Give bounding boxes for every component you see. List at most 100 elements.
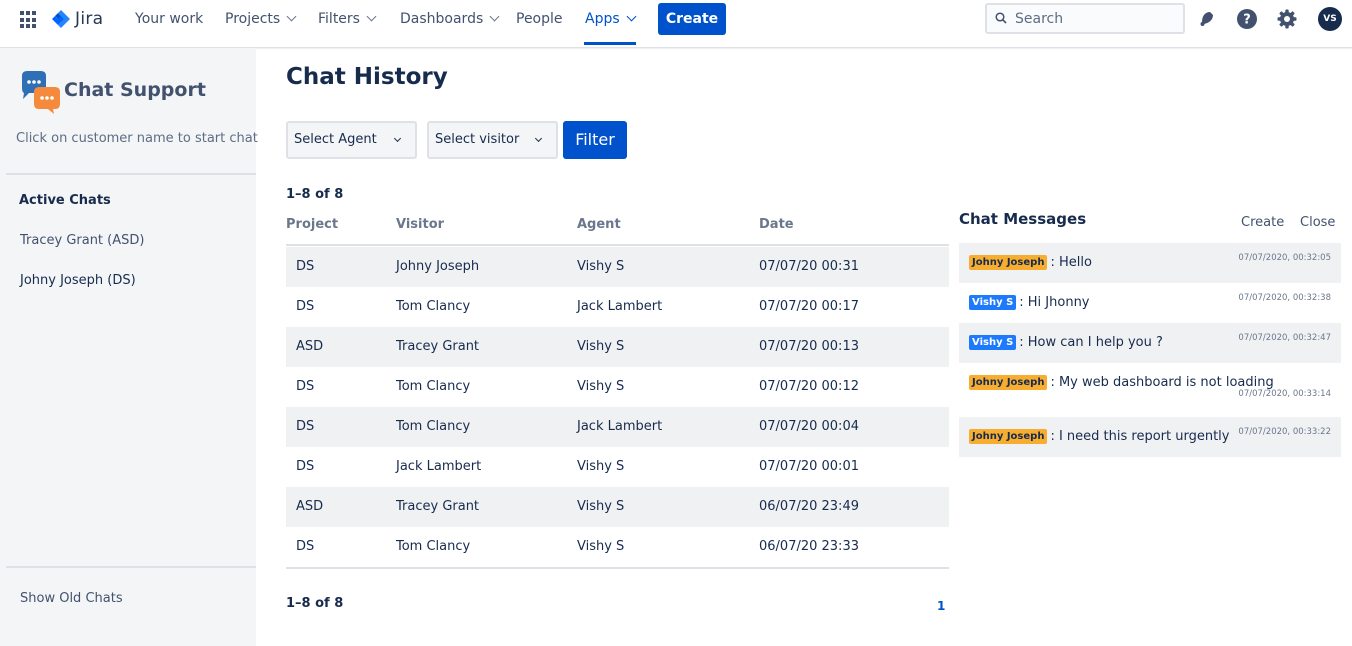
message-text: : Hi Jhonny bbox=[1019, 295, 1090, 310]
create-button[interactable]: Create bbox=[658, 3, 726, 35]
cell-agent: Vishy S bbox=[577, 339, 625, 354]
column-header-visitor[interactable]: Visitor bbox=[396, 217, 444, 232]
cell-date: 07/07/20 00:04 bbox=[759, 419, 859, 434]
chat-create-button[interactable]: Create bbox=[1241, 215, 1284, 230]
chevron-down-icon bbox=[393, 134, 402, 143]
show-old-chats-link[interactable]: Show Old Chats bbox=[20, 591, 123, 606]
select-agent-dropdown[interactable]: Select Agent bbox=[286, 121, 417, 159]
message-text: : My web dashboard is not loading bbox=[1050, 375, 1274, 390]
table-row[interactable]: ASD Tracey Grant Vishy S 07/07/20 00:13 bbox=[286, 327, 949, 367]
table-row[interactable]: DS Tom Clancy Vishy S 07/07/20 00:12 bbox=[286, 367, 949, 407]
message-line: Johny Joseph: Hello bbox=[969, 255, 1092, 271]
chevron-down-icon bbox=[366, 11, 377, 22]
chat-close-button[interactable]: Close bbox=[1300, 215, 1335, 230]
settings-icon[interactable] bbox=[1276, 8, 1298, 30]
cell-visitor: Tom Clancy bbox=[396, 419, 471, 434]
cell-agent: Vishy S bbox=[577, 259, 625, 274]
active-chat-tracey-grant[interactable]: Tracey Grant (ASD) bbox=[20, 233, 144, 248]
table-row[interactable]: DS Tom Clancy Jack Lambert 07/07/20 00:04 bbox=[286, 407, 949, 447]
table-row[interactable]: DS Jack Lambert Vishy S 07/07/20 00:01 bbox=[286, 447, 949, 487]
active-chat-johny-joseph[interactable]: Johny Joseph (DS) bbox=[20, 273, 136, 288]
search-icon bbox=[995, 12, 1007, 24]
result-count-bottom: 1–8 of 8 bbox=[286, 596, 344, 611]
message-line: Vishy S: Hi Jhonny bbox=[969, 295, 1090, 311]
message-line: Johny Joseph: My web dashboard is not lo… bbox=[969, 375, 1274, 391]
nav-label: Filters bbox=[318, 11, 360, 27]
active-nav-indicator bbox=[584, 42, 636, 45]
message-timestamp: 07/07/2020, 00:33:14 bbox=[1238, 389, 1331, 399]
table-row[interactable]: DS Tom Clancy Jack Lambert 07/07/20 00:17 bbox=[286, 287, 949, 327]
nav-label: People bbox=[516, 11, 563, 27]
nav-apps[interactable]: Apps bbox=[585, 0, 637, 38]
cell-date: 07/07/20 00:01 bbox=[759, 459, 859, 474]
divider bbox=[6, 566, 256, 568]
agent-name-badge: Vishy S bbox=[969, 295, 1017, 310]
visitor-name-badge: Johny Joseph bbox=[969, 375, 1048, 390]
pagination-page-1[interactable]: 1 bbox=[937, 599, 945, 613]
nav-dashboards[interactable]: Dashboards bbox=[400, 0, 500, 38]
chat-message: Vishy S: Hi Jhonny 07/07/2020, 00:32:38 bbox=[959, 283, 1341, 323]
sidebar: Chat Support Click on customer name to s… bbox=[0, 48, 258, 646]
nav-people[interactable]: People bbox=[516, 0, 563, 38]
message-timestamp: 07/07/2020, 00:33:22 bbox=[1238, 427, 1331, 437]
message-timestamp: 07/07/2020, 00:32:05 bbox=[1238, 253, 1331, 263]
visitor-name-badge: Johny Joseph bbox=[969, 255, 1048, 270]
cell-date: 07/07/20 00:13 bbox=[759, 339, 859, 354]
user-avatar[interactable]: VS bbox=[1318, 7, 1342, 31]
chevron-down-icon bbox=[534, 134, 543, 143]
app-subtitle: Click on customer name to start chat bbox=[16, 131, 258, 146]
cell-date: 07/07/20 00:31 bbox=[759, 259, 859, 274]
cell-visitor: Tracey Grant bbox=[396, 339, 480, 354]
chat-message: Johny Joseph: I need this report urgentl… bbox=[959, 417, 1341, 457]
cell-date: 07/07/20 00:12 bbox=[759, 379, 859, 394]
nav-your-work[interactable]: Your work bbox=[135, 0, 203, 38]
cell-project: DS bbox=[296, 539, 315, 554]
message-timestamp: 07/07/2020, 00:32:38 bbox=[1238, 293, 1331, 303]
search-input[interactable] bbox=[1015, 7, 1175, 31]
jira-logo-icon bbox=[52, 10, 70, 28]
chat-message: Vishy S: How can I help you ? 07/07/2020,… bbox=[959, 323, 1341, 363]
notification-icon[interactable] bbox=[1196, 8, 1218, 30]
table-row[interactable]: DS Johny Joseph Vishy S 07/07/20 00:31 bbox=[286, 247, 949, 287]
cell-project: DS bbox=[296, 459, 315, 474]
chat-messages-title: Chat Messages bbox=[959, 210, 1087, 228]
help-icon[interactable]: ? bbox=[1236, 8, 1258, 30]
apps-grid-icon[interactable] bbox=[20, 11, 38, 29]
search-field[interactable] bbox=[985, 3, 1185, 34]
svg-text:?: ? bbox=[1243, 13, 1251, 28]
product-name: Jira bbox=[75, 9, 104, 29]
result-count-top: 1–8 of 8 bbox=[286, 187, 344, 202]
column-header-project[interactable]: Project bbox=[286, 217, 338, 232]
table-row[interactable]: DS Tom Clancy Vishy S 06/07/20 23:33 bbox=[286, 527, 949, 567]
cell-visitor: Tom Clancy bbox=[396, 379, 471, 394]
select-visitor-label: Select visitor bbox=[435, 132, 520, 147]
table-row[interactable]: ASD Tracey Grant Vishy S 06/07/20 23:49 bbox=[286, 487, 949, 527]
nav-label: Dashboards bbox=[400, 11, 484, 27]
nav-filters[interactable]: Filters bbox=[318, 0, 377, 38]
top-navigation: Jira Your work Projects Filters Dashboar… bbox=[0, 0, 1352, 48]
nav-projects[interactable]: Projects bbox=[225, 0, 297, 38]
column-header-date[interactable]: Date bbox=[759, 217, 794, 232]
message-text: : Hello bbox=[1050, 255, 1092, 270]
chat-message: Johny Joseph: My web dashboard is not lo… bbox=[959, 363, 1341, 417]
cell-visitor: Johny Joseph bbox=[396, 259, 480, 274]
chevron-down-icon bbox=[626, 11, 637, 22]
divider bbox=[6, 173, 256, 175]
cell-agent: Vishy S bbox=[577, 459, 625, 474]
cell-date: 07/07/20 00:17 bbox=[759, 299, 859, 314]
cell-date: 06/07/20 23:49 bbox=[759, 499, 859, 514]
jira-logo[interactable]: Jira bbox=[51, 8, 103, 30]
message-text: : I need this report urgently bbox=[1050, 429, 1230, 444]
page-title: Chat History bbox=[286, 64, 448, 90]
table-bottom-border bbox=[286, 567, 949, 569]
cell-project: DS bbox=[296, 299, 315, 314]
cell-agent: Jack Lambert bbox=[577, 419, 663, 434]
cell-project: DS bbox=[296, 259, 315, 274]
cell-agent: Jack Lambert bbox=[577, 299, 663, 314]
cell-visitor: Tom Clancy bbox=[396, 539, 471, 554]
select-visitor-dropdown[interactable]: Select visitor bbox=[427, 121, 558, 159]
message-timestamp: 07/07/2020, 00:32:47 bbox=[1238, 333, 1331, 343]
cell-project: DS bbox=[296, 379, 315, 394]
column-header-agent[interactable]: Agent bbox=[577, 217, 621, 232]
filter-button[interactable]: Filter bbox=[563, 121, 627, 159]
